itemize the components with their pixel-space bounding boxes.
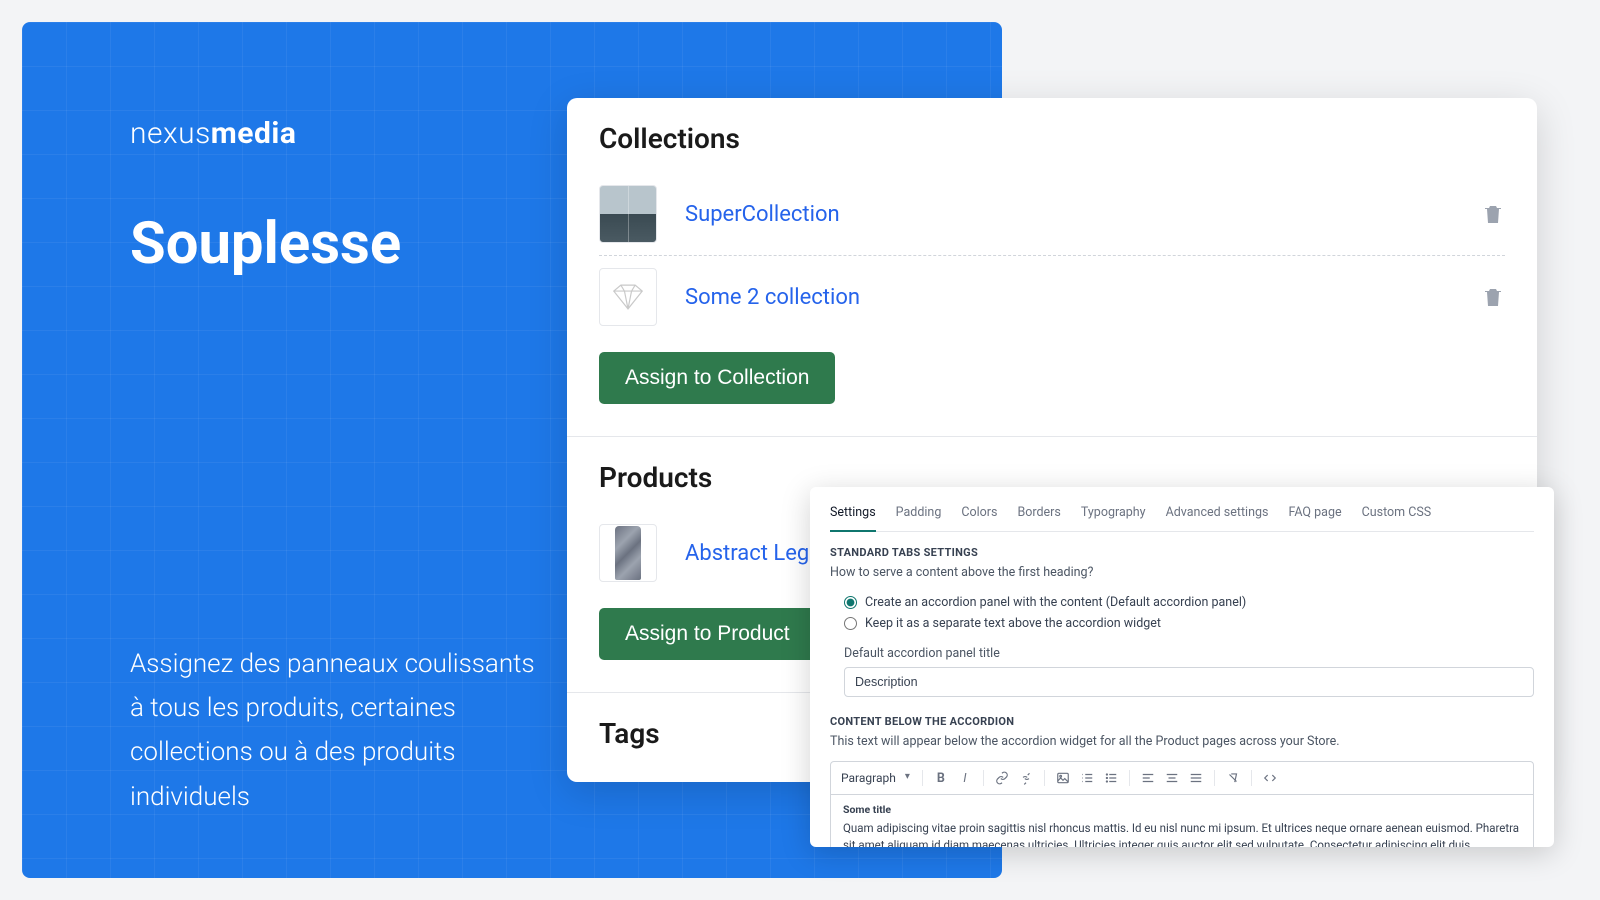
collections-title: Collections <box>599 122 1505 155</box>
editor-inline-heading: Some title <box>843 803 1521 816</box>
product-thumbnail <box>599 524 657 582</box>
italic-icon[interactable]: I <box>955 768 975 788</box>
tab-settings[interactable]: Settings <box>830 501 876 532</box>
editor-text: Quam adipiscing vitae proin sagittis nis… <box>843 820 1521 847</box>
tab-advanced[interactable]: Advanced settings <box>1166 501 1269 531</box>
collections-section: Collections SuperCollection Some 2 colle… <box>567 98 1537 437</box>
brand-prefix: nexus <box>130 116 211 151</box>
trash-icon[interactable] <box>1481 285 1505 309</box>
collection-thumbnail <box>599 268 657 326</box>
paragraph-select[interactable]: Paragraph <box>841 771 914 785</box>
brand-suffix: media <box>211 116 297 151</box>
align-justify-icon[interactable] <box>1186 768 1206 788</box>
unlink-icon[interactable] <box>1016 768 1036 788</box>
link-icon[interactable] <box>992 768 1012 788</box>
trash-icon[interactable] <box>1481 202 1505 226</box>
tab-colors[interactable]: Colors <box>961 501 997 531</box>
tab-faq[interactable]: FAQ page <box>1288 501 1341 531</box>
radio-separate-input[interactable] <box>844 617 857 630</box>
collection-row: SuperCollection <box>599 173 1505 255</box>
clear-format-icon[interactable] <box>1223 768 1243 788</box>
ordered-list-icon[interactable] <box>1077 768 1097 788</box>
unordered-list-icon[interactable] <box>1101 768 1121 788</box>
tab-borders[interactable]: Borders <box>1017 501 1060 531</box>
align-center-icon[interactable] <box>1162 768 1182 788</box>
content-below-heading: CONTENT BELOW THE ACCORDION <box>830 715 1534 728</box>
radio-option-accordion[interactable]: Create an accordion panel with the conte… <box>844 592 1534 613</box>
standard-tabs-sub: How to serve a content above the first h… <box>830 565 1534 580</box>
radio-accordion-label: Create an accordion panel with the conte… <box>865 595 1246 610</box>
hero-blurb: Assignez des panneaux coulissants à tous… <box>130 642 550 819</box>
diamond-icon <box>609 278 647 316</box>
assign-to-collection-button[interactable]: Assign to Collection <box>599 352 835 404</box>
tab-typography[interactable]: Typography <box>1081 501 1146 531</box>
default-title-input[interactable] <box>844 667 1534 697</box>
default-title-label: Default accordion panel title <box>844 646 1534 661</box>
code-icon[interactable] <box>1260 768 1280 788</box>
legging-icon <box>615 526 641 580</box>
editor-body[interactable]: Some title Quam adipiscing vitae proin s… <box>830 794 1534 847</box>
settings-card: Settings Padding Colors Borders Typograp… <box>810 487 1554 847</box>
standard-tabs-heading: STANDARD TABS SETTINGS <box>830 546 1534 559</box>
bold-icon[interactable]: B <box>931 768 951 788</box>
collection-thumbnail <box>599 185 657 243</box>
image-icon[interactable] <box>1053 768 1073 788</box>
brand-logo: nexusmedia <box>130 116 296 151</box>
radio-accordion-input[interactable] <box>844 596 857 609</box>
align-left-icon[interactable] <box>1138 768 1158 788</box>
content-below-sub: This text will appear below the accordio… <box>830 734 1534 749</box>
collection-row: Some 2 collection <box>599 255 1505 338</box>
settings-tabs: Settings Padding Colors Borders Typograp… <box>830 501 1534 532</box>
tab-padding[interactable]: Padding <box>896 501 942 531</box>
radio-separate-label: Keep it as a separate text above the acc… <box>865 616 1161 631</box>
collection-link[interactable]: SuperCollection <box>685 202 1481 227</box>
assign-to-product-button[interactable]: Assign to Product <box>599 608 816 660</box>
collection-link[interactable]: Some 2 collection <box>685 285 1481 310</box>
page-title: Souplesse <box>130 210 401 278</box>
tab-custom-css[interactable]: Custom CSS <box>1362 501 1432 531</box>
editor-toolbar: Paragraph B I <box>830 761 1534 794</box>
radio-option-separate[interactable]: Keep it as a separate text above the acc… <box>844 613 1534 634</box>
